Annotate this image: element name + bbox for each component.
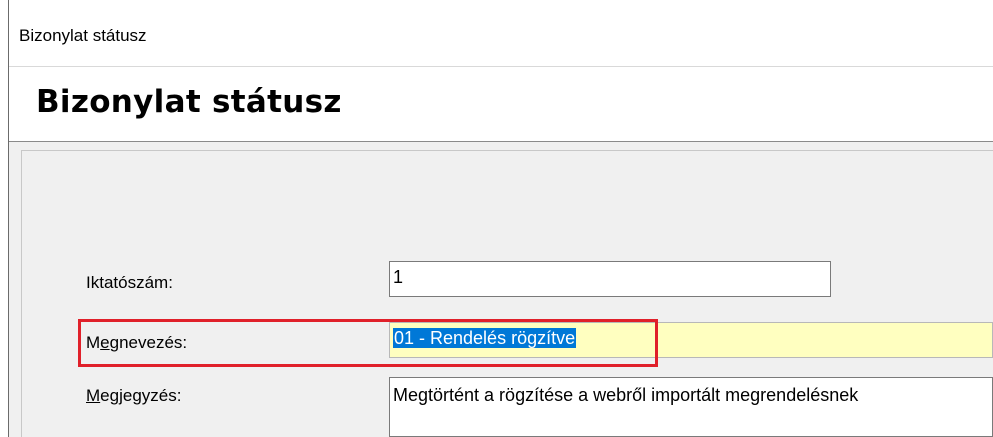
annotation-highlight-box: [78, 319, 658, 367]
iktatoszam-field[interactable]: 1: [389, 261, 831, 297]
document-status-window: Bizonylat státusz Bizonylat státusz Ikta…: [0, 0, 993, 437]
megjegyzes-textarea[interactable]: Megtörtént a rögzítése a webről importál…: [389, 377, 993, 437]
iktatoszam-label: Iktatószám:: [86, 273, 173, 292]
window-title: Bizonylat státusz: [19, 26, 147, 45]
panel-left-edge: [21, 150, 22, 437]
page-title: Bizonylat státusz: [36, 84, 342, 120]
iktatoszam-value: 1: [393, 267, 404, 287]
panel-top-edge: [21, 150, 993, 151]
megjegyzes-value: Megtörtént a rögzítése a webről importál…: [393, 385, 859, 405]
title-bar[interactable]: Bizonylat státusz: [9, 0, 993, 66]
megjegyzes-label-accesskey: M: [86, 386, 101, 405]
header-band: Bizonylat státusz: [9, 67, 993, 141]
megjegyzes-label-suffix: egjegyzés:: [100, 386, 182, 405]
megjegyzes-label: Megjegyzés:: [86, 386, 181, 406]
